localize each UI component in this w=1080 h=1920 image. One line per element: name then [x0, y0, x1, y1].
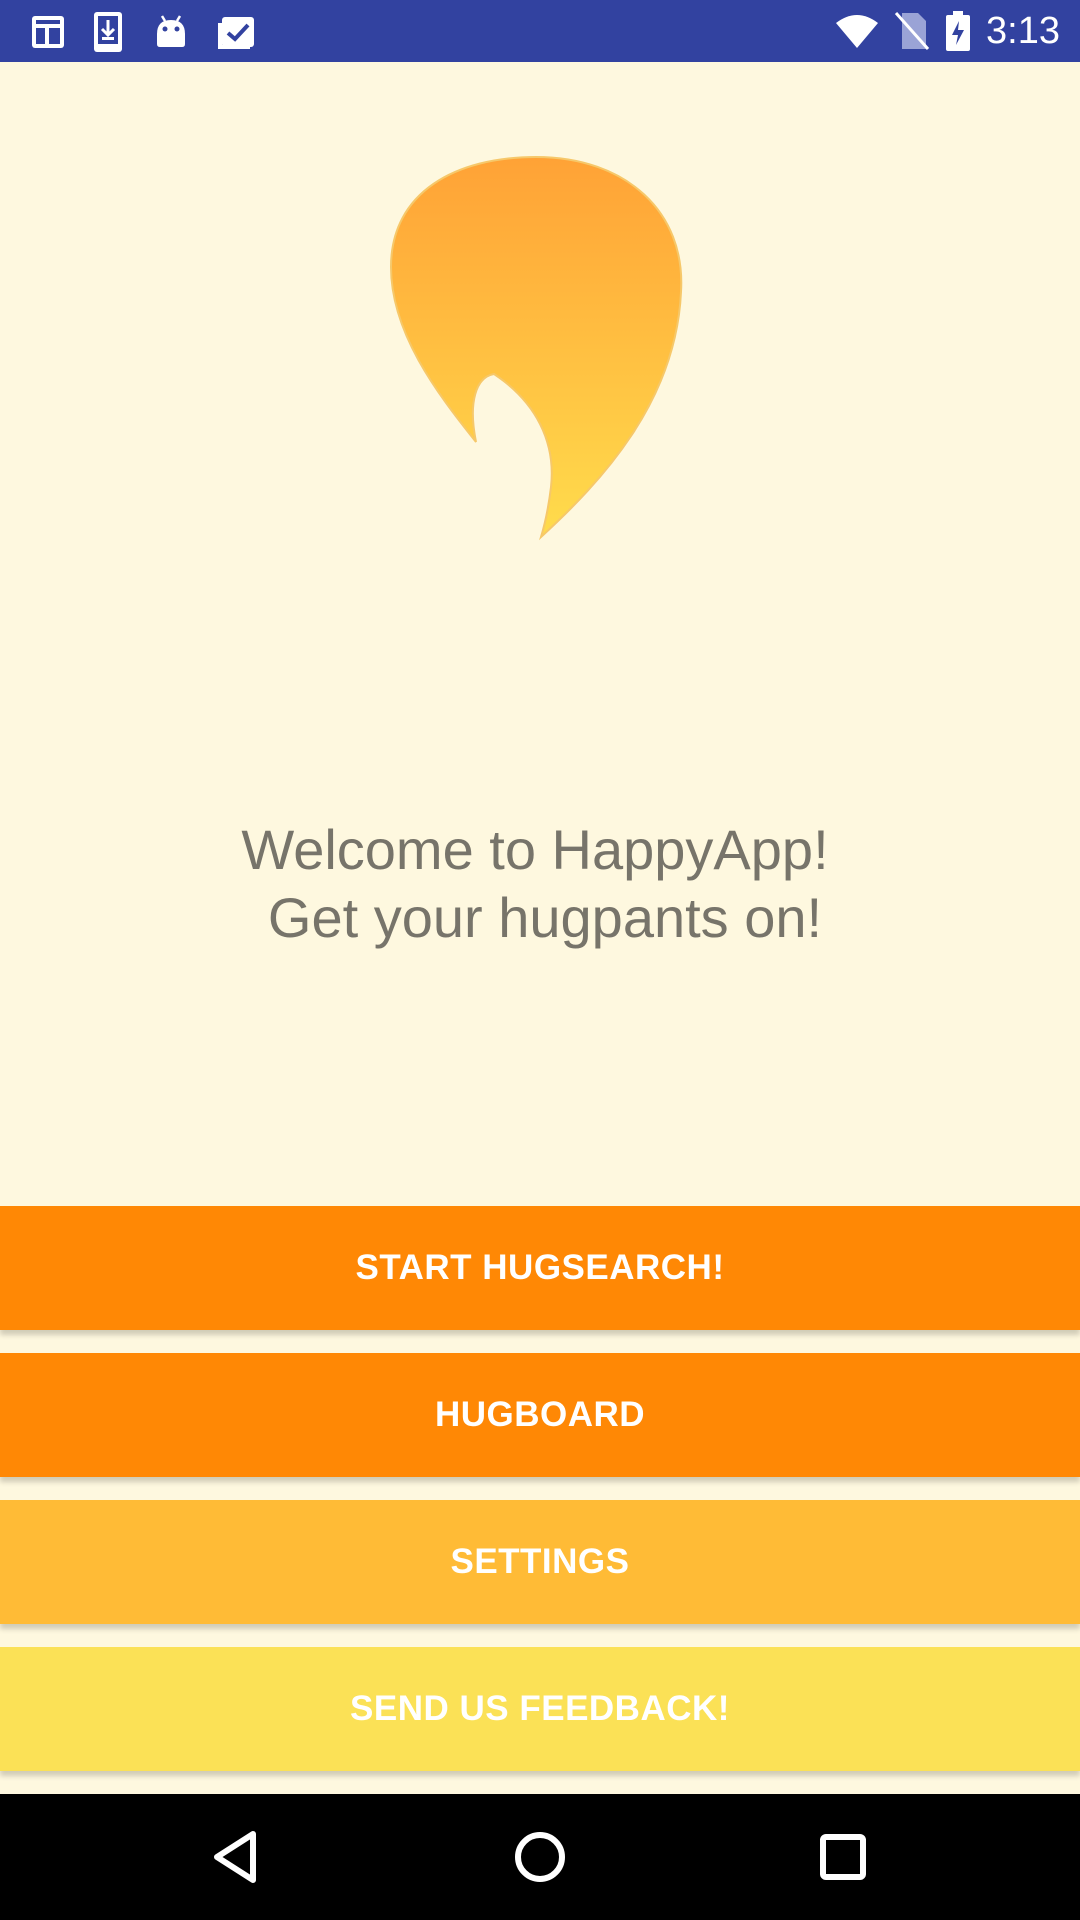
calendar-icon [30, 12, 92, 52]
clock: 3:13 [986, 9, 1060, 52]
android-icon [154, 12, 216, 52]
wifi-icon [834, 13, 880, 49]
welcome-line-2: Get your hugpants on! [267, 886, 823, 949]
system-status-icons: 3:13 [834, 8, 1060, 54]
hugboard-button[interactable]: HUGBOARD [0, 1353, 1080, 1477]
status-bar: 3:13 [0, 0, 1080, 62]
battery-charging-icon [944, 11, 972, 51]
app-logo [386, 152, 692, 544]
recents-icon [820, 1834, 866, 1880]
navigation-bar [0, 1794, 1080, 1920]
back-icon [214, 1831, 256, 1883]
welcome-line-1: Welcome to HappyApp! [241, 818, 829, 881]
no-sim-icon [894, 11, 930, 51]
clipboard-check-icon [216, 12, 278, 52]
download-icon [92, 12, 154, 52]
settings-button[interactable]: SETTINGS [0, 1500, 1080, 1624]
start-hugsearch-button[interactable]: START HUGSEARCH! [0, 1206, 1080, 1330]
welcome-message: Welcome to HappyApp! Get your hugpants o… [0, 816, 1080, 952]
home-button[interactable] [505, 1822, 575, 1892]
recents-button[interactable] [808, 1822, 878, 1892]
back-button[interactable] [200, 1822, 270, 1892]
send-feedback-button[interactable]: SEND US FEEDBACK! [0, 1647, 1080, 1771]
notification-icons [30, 12, 278, 52]
home-icon [515, 1832, 565, 1882]
